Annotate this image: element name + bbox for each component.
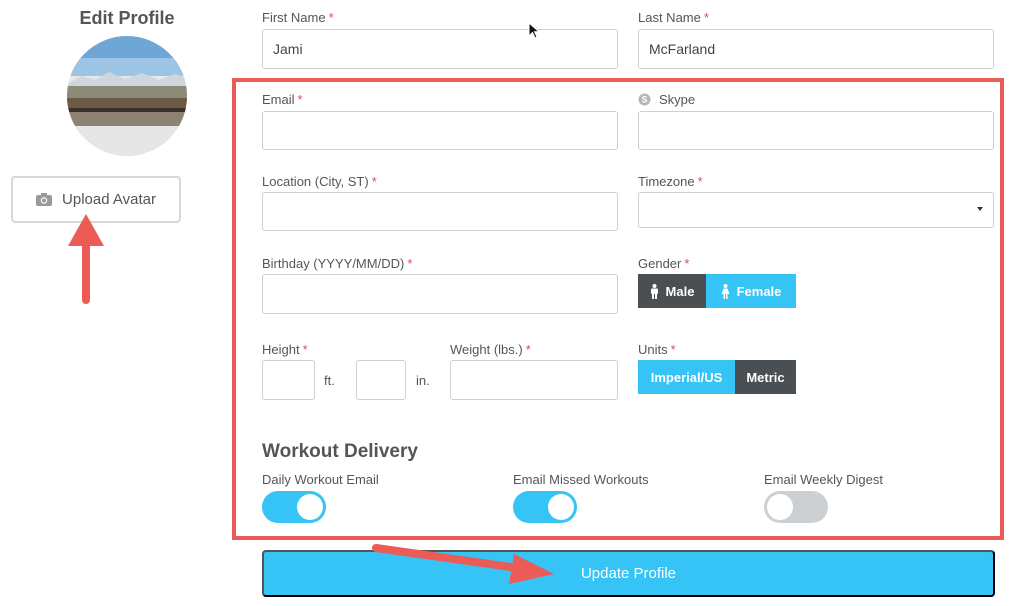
avatar-photo — [67, 36, 187, 156]
timezone-select[interactable] — [638, 192, 994, 228]
avatar — [67, 36, 187, 156]
daily-workout-email-label: Daily Workout Email — [262, 472, 379, 487]
daily-workout-email-toggle[interactable] — [262, 491, 326, 523]
workout-delivery-heading: Workout Delivery — [262, 441, 418, 462]
email-missed-workouts-label: Email Missed Workouts — [513, 472, 649, 487]
skype-icon: S — [638, 93, 651, 106]
email-input[interactable] — [262, 111, 618, 150]
gender-female-button[interactable]: Female — [706, 274, 796, 308]
feet-unit-label: ft. — [324, 373, 335, 388]
weight-label: Weight (lbs.) * — [450, 342, 531, 357]
first-name-input[interactable]: Jami — [262, 29, 618, 69]
female-icon — [721, 283, 730, 299]
units-label: Units * — [638, 342, 676, 357]
upload-avatar-label: Upload Avatar — [62, 191, 156, 208]
height-inches-input[interactable] — [356, 360, 406, 400]
timezone-label: Timezone * — [638, 174, 703, 189]
birthday-label: Birthday (YYYY/MM/DD) * — [262, 256, 413, 271]
units-imperial-button[interactable]: Imperial/US — [638, 360, 735, 394]
gender-label: Gender * — [638, 256, 690, 271]
toggle-knob — [297, 494, 323, 520]
toggle-knob — [548, 494, 574, 520]
camera-icon — [36, 193, 53, 206]
location-input[interactable] — [262, 192, 618, 231]
skype-label: S Skype — [638, 92, 695, 107]
inches-unit-label: in. — [416, 373, 430, 388]
height-feet-input[interactable] — [262, 360, 315, 400]
height-label: Height * — [262, 342, 308, 357]
toggle-knob — [767, 494, 793, 520]
caret-down-icon — [977, 207, 983, 211]
gender-toggle-group: Male Female — [638, 274, 796, 308]
page-title: Edit Profile — [79, 8, 175, 28]
last-name-label: Last Name * — [638, 10, 709, 25]
male-icon — [650, 283, 658, 299]
last-name-input[interactable]: McFarland — [638, 29, 994, 69]
units-metric-button[interactable]: Metric — [735, 360, 796, 394]
email-label: Email * — [262, 92, 303, 107]
weight-input[interactable] — [450, 360, 618, 400]
units-toggle-group: Imperial/US Metric — [638, 360, 796, 394]
upload-arrow-annotation — [68, 214, 104, 304]
email-missed-workouts-toggle[interactable] — [513, 491, 577, 523]
email-weekly-digest-label: Email Weekly Digest — [764, 472, 883, 487]
mouse-cursor-icon — [528, 22, 540, 39]
first-name-label: First Name * — [262, 10, 334, 25]
birthday-input[interactable] — [262, 274, 618, 314]
skype-input[interactable] — [638, 111, 994, 150]
gender-male-button[interactable]: Male — [638, 274, 706, 308]
location-label: Location (City, ST) * — [262, 174, 377, 189]
email-weekly-digest-toggle[interactable] — [764, 491, 828, 523]
svg-text:S: S — [641, 95, 647, 105]
update-arrow-annotation — [372, 544, 554, 584]
